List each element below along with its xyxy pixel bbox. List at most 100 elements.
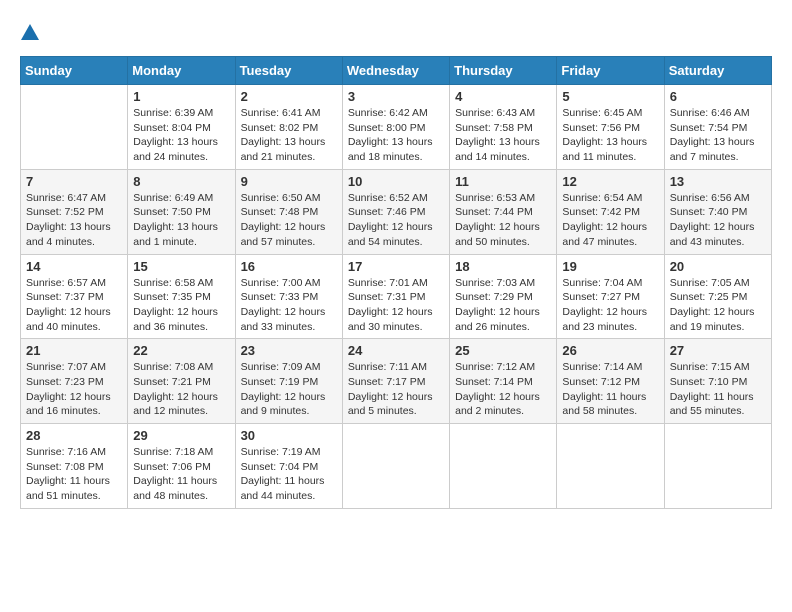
calendar-cell: 23Sunrise: 7:09 AM Sunset: 7:19 PM Dayli…	[235, 339, 342, 424]
day-number: 5	[562, 89, 658, 104]
calendar-cell: 5 Sunrise: 6:45 AM Sunset: 7:56 PM Daylig…	[557, 85, 664, 170]
col-header-thursday: Thursday	[450, 57, 557, 85]
calendar-cell: 25 Sunrise: 7:12 AM Sunset: 7:14 PM Dayli…	[450, 339, 557, 424]
calendar-cell: 18 Sunrise: 7:03 AM Sunset: 7:29 PM Dayli…	[450, 254, 557, 339]
calendar-cell: 13 Sunrise: 6:56 AM Sunset: 7:40 PM Dayli…	[664, 169, 771, 254]
calendar-cell: 22 Sunrise: 7:08 AM Sunset: 7:21 PM Dayli…	[128, 339, 235, 424]
day-info: Sunrise: 7:07 AM Sunset: 7:23 PM Dayligh…	[26, 360, 122, 419]
day-info: Sunrise: 7:00 AM Sunset: 7:33 PM Dayligh…	[241, 276, 337, 335]
day-number: 9	[241, 174, 337, 189]
day-number: 16	[241, 259, 337, 274]
calendar-cell: 19Sunrise: 7:04 AM Sunset: 7:27 PM Dayli…	[557, 254, 664, 339]
day-number: 23	[241, 343, 337, 358]
day-info: Sunrise: 6:53 AM Sunset: 7:44 PM Dayligh…	[455, 191, 551, 250]
calendar-cell	[664, 424, 771, 509]
calendar-cell: 16 Sunrise: 7:00 AM Sunset: 7:33 PM Dayli…	[235, 254, 342, 339]
calendar-week-row: 21 Sunrise: 7:07 AM Sunset: 7:23 PM Dayli…	[21, 339, 772, 424]
day-info: Sunrise: 7:12 AM Sunset: 7:14 PM Dayligh…	[455, 360, 551, 419]
day-info: Sunrise: 6:46 AM Sunset: 7:54 PM Dayligh…	[670, 106, 766, 165]
calendar-cell: 7 Sunrise: 6:47 AM Sunset: 7:52 PM Daylig…	[21, 169, 128, 254]
calendar-cell: 26 Sunrise: 7:14 AM Sunset: 7:12 PM Dayli…	[557, 339, 664, 424]
calendar-cell: 6 Sunrise: 6:46 AM Sunset: 7:54 PM Daylig…	[664, 85, 771, 170]
logo-arrow-icon	[21, 20, 39, 46]
day-number: 20	[670, 259, 766, 274]
col-header-tuesday: Tuesday	[235, 57, 342, 85]
day-number: 8	[133, 174, 229, 189]
col-header-wednesday: Wednesday	[342, 57, 449, 85]
day-number: 21	[26, 343, 122, 358]
calendar-cell: 1 Sunrise: 6:39 AM Sunset: 8:04 PM Daylig…	[128, 85, 235, 170]
day-info: Sunrise: 6:45 AM Sunset: 7:56 PM Dayligh…	[562, 106, 658, 165]
page-header	[20, 20, 772, 46]
day-info: Sunrise: 6:39 AM Sunset: 8:04 PM Dayligh…	[133, 106, 229, 165]
day-number: 7	[26, 174, 122, 189]
day-number: 14	[26, 259, 122, 274]
calendar-table: SundayMondayTuesdayWednesdayThursdayFrid…	[20, 56, 772, 509]
day-info: Sunrise: 6:50 AM Sunset: 7:48 PM Dayligh…	[241, 191, 337, 250]
day-number: 17	[348, 259, 444, 274]
calendar-week-row: 7 Sunrise: 6:47 AM Sunset: 7:52 PM Daylig…	[21, 169, 772, 254]
calendar-cell: 24 Sunrise: 7:11 AM Sunset: 7:17 PM Dayli…	[342, 339, 449, 424]
day-number: 26	[562, 343, 658, 358]
day-info: Sunrise: 6:41 AM Sunset: 8:02 PM Dayligh…	[241, 106, 337, 165]
day-info: Sunrise: 7:01 AM Sunset: 7:31 PM Dayligh…	[348, 276, 444, 335]
day-number: 24	[348, 343, 444, 358]
calendar-cell: 14 Sunrise: 6:57 AM Sunset: 7:37 PM Dayli…	[21, 254, 128, 339]
day-number: 22	[133, 343, 229, 358]
day-info: Sunrise: 6:57 AM Sunset: 7:37 PM Dayligh…	[26, 276, 122, 335]
day-info: Sunrise: 6:56 AM Sunset: 7:40 PM Dayligh…	[670, 191, 766, 250]
calendar-cell: 10Sunrise: 6:52 AM Sunset: 7:46 PM Dayli…	[342, 169, 449, 254]
calendar-cell	[21, 85, 128, 170]
day-number: 28	[26, 428, 122, 443]
day-number: 1	[133, 89, 229, 104]
day-number: 10	[348, 174, 444, 189]
calendar-cell	[450, 424, 557, 509]
col-header-sunday: Sunday	[21, 57, 128, 85]
calendar-cell: 4Sunrise: 6:43 AM Sunset: 7:58 PM Daylig…	[450, 85, 557, 170]
calendar-week-row: 14 Sunrise: 6:57 AM Sunset: 7:37 PM Dayli…	[21, 254, 772, 339]
day-number: 15	[133, 259, 229, 274]
calendar-cell: 15 Sunrise: 6:58 AM Sunset: 7:35 PM Dayli…	[128, 254, 235, 339]
day-number: 13	[670, 174, 766, 189]
calendar-cell: 20 Sunrise: 7:05 AM Sunset: 7:25 PM Dayli…	[664, 254, 771, 339]
calendar-cell: 8Sunrise: 6:49 AM Sunset: 7:50 PM Daylig…	[128, 169, 235, 254]
day-number: 19	[562, 259, 658, 274]
day-info: Sunrise: 7:03 AM Sunset: 7:29 PM Dayligh…	[455, 276, 551, 335]
day-info: Sunrise: 7:19 AM Sunset: 7:04 PM Dayligh…	[241, 445, 337, 504]
day-number: 4	[455, 89, 551, 104]
calendar-cell: 17 Sunrise: 7:01 AM Sunset: 7:31 PM Dayli…	[342, 254, 449, 339]
day-info: Sunrise: 6:42 AM Sunset: 8:00 PM Dayligh…	[348, 106, 444, 165]
day-number: 29	[133, 428, 229, 443]
day-info: Sunrise: 7:14 AM Sunset: 7:12 PM Dayligh…	[562, 360, 658, 419]
day-number: 3	[348, 89, 444, 104]
day-info: Sunrise: 7:18 AM Sunset: 7:06 PM Dayligh…	[133, 445, 229, 504]
calendar-cell: 11 Sunrise: 6:53 AM Sunset: 7:44 PM Dayli…	[450, 169, 557, 254]
day-info: Sunrise: 7:05 AM Sunset: 7:25 PM Dayligh…	[670, 276, 766, 335]
day-info: Sunrise: 6:58 AM Sunset: 7:35 PM Dayligh…	[133, 276, 229, 335]
calendar-week-row: 28 Sunrise: 7:16 AM Sunset: 7:08 PM Dayli…	[21, 424, 772, 509]
day-number: 27	[670, 343, 766, 358]
calendar-week-row: 1 Sunrise: 6:39 AM Sunset: 8:04 PM Daylig…	[21, 85, 772, 170]
calendar-cell: 30 Sunrise: 7:19 AM Sunset: 7:04 PM Dayli…	[235, 424, 342, 509]
col-header-saturday: Saturday	[664, 57, 771, 85]
calendar-cell	[557, 424, 664, 509]
day-info: Sunrise: 6:54 AM Sunset: 7:42 PM Dayligh…	[562, 191, 658, 250]
logo	[20, 20, 40, 46]
day-number: 6	[670, 89, 766, 104]
day-number: 2	[241, 89, 337, 104]
calendar-cell: 27 Sunrise: 7:15 AM Sunset: 7:10 PM Dayli…	[664, 339, 771, 424]
calendar-cell: 29 Sunrise: 7:18 AM Sunset: 7:06 PM Dayli…	[128, 424, 235, 509]
day-number: 25	[455, 343, 551, 358]
col-header-monday: Monday	[128, 57, 235, 85]
day-number: 11	[455, 174, 551, 189]
day-info: Sunrise: 7:11 AM Sunset: 7:17 PM Dayligh…	[348, 360, 444, 419]
day-info: Sunrise: 7:08 AM Sunset: 7:21 PM Dayligh…	[133, 360, 229, 419]
calendar-cell	[342, 424, 449, 509]
day-number: 30	[241, 428, 337, 443]
calendar-cell: 9 Sunrise: 6:50 AM Sunset: 7:48 PM Daylig…	[235, 169, 342, 254]
day-info: Sunrise: 6:47 AM Sunset: 7:52 PM Dayligh…	[26, 191, 122, 250]
day-info: Sunrise: 7:15 AM Sunset: 7:10 PM Dayligh…	[670, 360, 766, 419]
day-info: Sunrise: 7:16 AM Sunset: 7:08 PM Dayligh…	[26, 445, 122, 504]
day-number: 18	[455, 259, 551, 274]
day-number: 12	[562, 174, 658, 189]
